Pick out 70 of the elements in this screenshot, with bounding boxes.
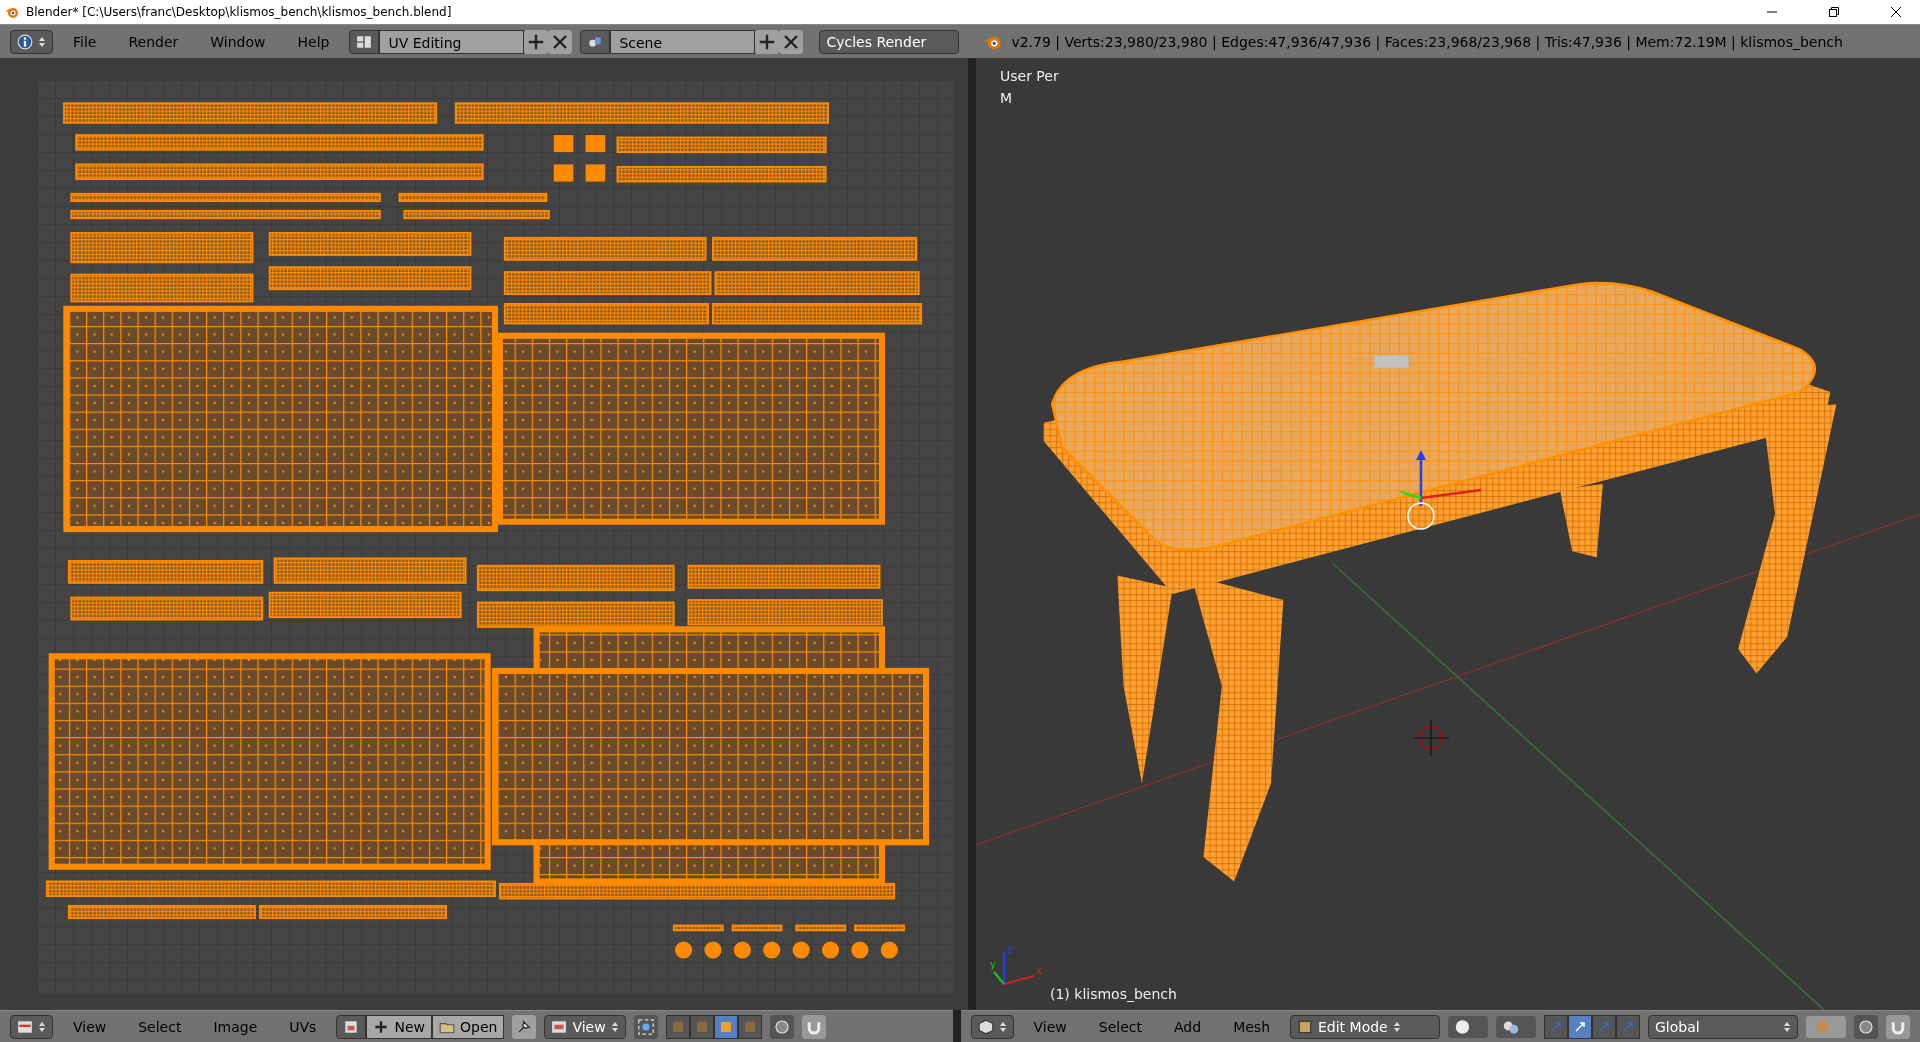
menu-item[interactable]: Add [1162,1018,1214,1035]
proportional-edit-icon[interactable] [769,1014,794,1039]
pivot-icon[interactable] [633,1014,658,1039]
units-label: M [1000,90,1014,106]
pivot-icon[interactable] [1496,1014,1536,1039]
menu-item[interactable]: Select [126,1018,194,1035]
manipulator-button[interactable] [1568,1014,1592,1039]
screen-layout-field[interactable]: UV Editing [379,29,525,54]
image-icon [551,1018,568,1035]
pin-icon[interactable] [512,1014,537,1039]
mode-dropdown[interactable]: Edit Mode [1290,1014,1440,1039]
window-title: Blender* [C:\Users\franc\Desktop\klismos_bench\klismos_bench.blend] [26,5,452,19]
grid-square-icon [742,1019,757,1034]
menu-item[interactable]: Mesh [1221,1018,1282,1035]
menu-item[interactable]: Help [285,33,342,50]
magnet-icon[interactable] [801,1014,826,1039]
close-icon[interactable] [548,29,573,54]
view-label: User Per [1000,68,1059,84]
close-icon[interactable] [1890,6,1902,18]
editor-type-button[interactable] [970,1014,1014,1039]
add-icon[interactable] [524,29,549,54]
select-mode-button[interactable] [737,1014,762,1039]
arrow-icon [1597,1019,1611,1034]
proportional-edit-icon[interactable] [1854,1014,1878,1039]
axis-label: x [1036,965,1042,976]
scene-statistics: v2.79 | Verts:23,980/23,980 | Edges:47,936/47,936 | Faces:23,968/23,968 | Tris:47,936 | Mem:72.19M | klismos_bench [1011,33,1843,50]
menu-item[interactable]: Render [116,33,191,50]
scene-button[interactable] [580,29,611,54]
grid-square-icon [670,1019,685,1034]
select-mode-button[interactable] [665,1014,690,1039]
axis-label: y [990,959,996,970]
3d-cursor-icon [1411,718,1451,758]
info-icon [17,33,33,50]
arrow-icon [1549,1019,1563,1034]
magnet-icon[interactable] [1886,1014,1910,1039]
view-dropdown[interactable]: View [544,1014,626,1039]
image-editor-icon [17,1018,33,1035]
cube-icon [977,1018,994,1035]
object-label: (1) klismos_bench [1050,986,1177,1002]
image-browse-button[interactable] [336,1014,367,1039]
scene-field[interactable]: Scene [610,29,756,54]
restore-icon[interactable] [1828,6,1840,18]
menu-item[interactable]: Window [198,33,278,50]
screen-layout-button[interactable] [349,29,380,54]
shading-icon[interactable] [1448,1014,1488,1039]
axis-label: z [1007,944,1013,955]
layout-icon [356,33,373,50]
select-mode-button[interactable] [713,1014,738,1039]
grid-square-icon [694,1019,709,1034]
select-mode-button[interactable] [689,1014,714,1039]
close-icon[interactable] [779,29,804,54]
open-image-button[interactable]: Open [431,1014,505,1039]
render-engine-dropdown[interactable]: Cycles Render [819,29,960,54]
menu-item[interactable]: UVs [277,1018,329,1035]
edit-mode-icon [1297,1018,1313,1035]
arrow-icon [1573,1019,1587,1034]
orientation-dropdown[interactable]: Global [1648,1014,1798,1039]
editor-type-button[interactable] [10,29,53,54]
add-icon[interactable] [755,29,780,54]
menu-item[interactable]: View [61,1018,119,1035]
menu-item[interactable]: View [1021,1018,1079,1035]
editor-type-button[interactable] [10,1014,53,1039]
plus-icon [373,1018,390,1035]
menu-item[interactable]: File [61,33,109,50]
new-image-button[interactable]: New [366,1014,432,1039]
image-icon [343,1018,360,1035]
arrow-icon [1621,1019,1635,1034]
grid-square-icon [718,1019,733,1034]
menu-item[interactable]: Image [201,1018,270,1035]
menu-item[interactable]: Select [1086,1018,1155,1035]
